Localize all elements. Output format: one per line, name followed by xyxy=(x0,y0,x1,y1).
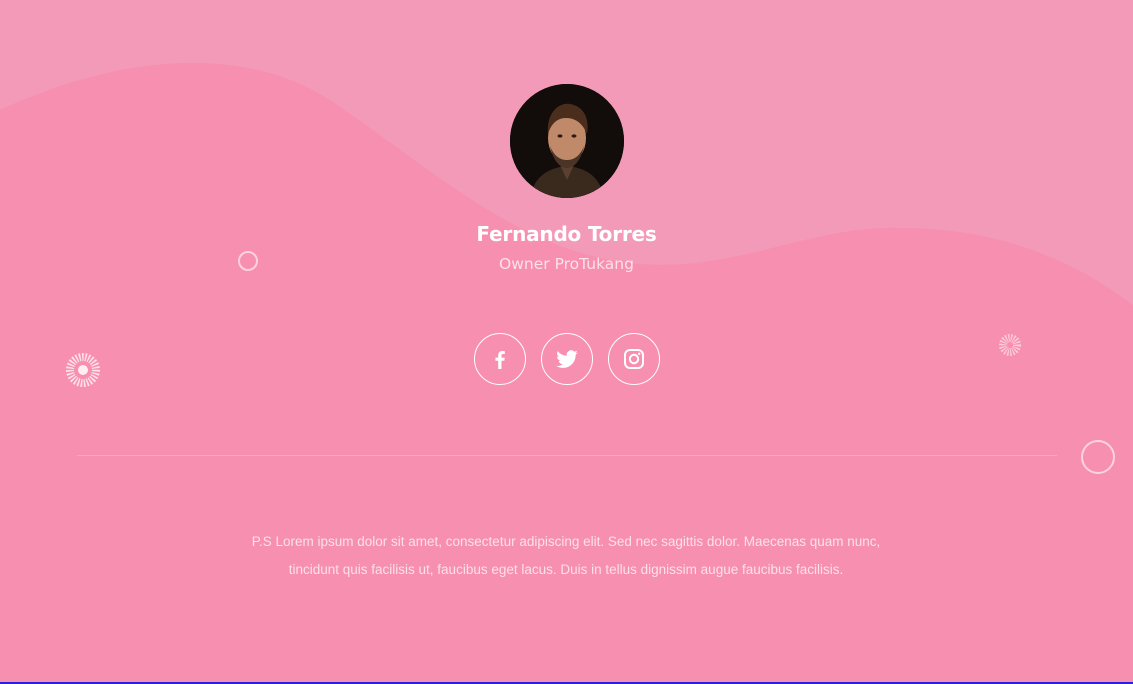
profile-role: Owner ProTukang xyxy=(499,255,634,273)
footer-note: P.S Lorem ipsum dolor sit amet, consecte… xyxy=(216,528,916,584)
instagram-icon xyxy=(623,349,644,369)
profile-name: Fernando Torres xyxy=(476,222,657,246)
decorative-ring-large xyxy=(1081,440,1115,474)
divider xyxy=(77,455,1057,456)
twitter-button[interactable] xyxy=(540,333,593,385)
twitter-icon xyxy=(555,350,578,368)
avatar xyxy=(509,84,624,198)
footer-note-line-1: P.S Lorem ipsum dolor sit amet, consecte… xyxy=(251,534,881,549)
facebook-button[interactable] xyxy=(473,333,526,385)
instagram-button[interactable] xyxy=(607,333,660,385)
facebook-icon xyxy=(494,350,505,369)
social-links xyxy=(0,333,1133,385)
footer-note-line-2: tincidunt quis facilisis ut, faucibus eg… xyxy=(288,562,844,577)
person-portrait-icon xyxy=(509,84,624,198)
profile-card: Fernando Torres Owner ProTukang xyxy=(0,84,1133,273)
